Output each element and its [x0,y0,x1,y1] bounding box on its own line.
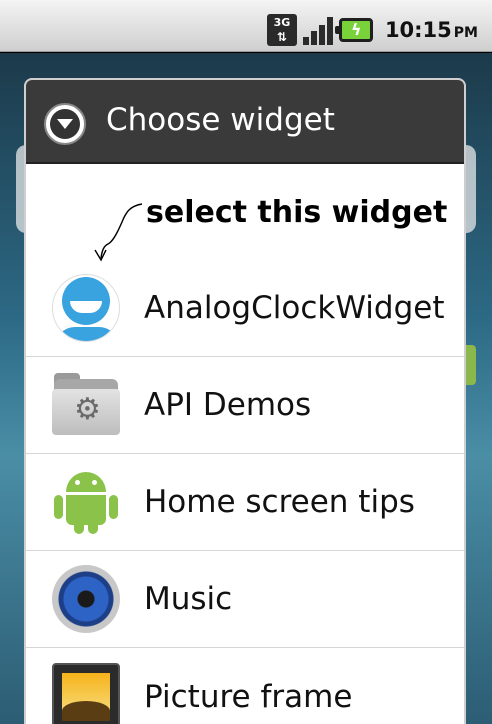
clock-time: 10:15 [384,18,452,42]
widget-item-home-screen-tips[interactable]: Home screen tips [26,454,464,551]
dialog-title: Choose widget [106,102,335,138]
api-demos-folder-icon: ⚙ [52,371,120,439]
widget-item-label: Music [144,581,233,617]
widget-item-music[interactable]: Music [26,551,464,648]
widget-item-analogclockwidget[interactable]: AnalogClockWidget [26,260,464,357]
android-robot-icon [52,468,120,536]
music-speaker-icon [52,565,120,633]
battery-charging-icon: ϟ [334,18,373,42]
widget-item-picture-frame[interactable]: Picture frame [26,648,464,724]
widget-item-label: Home screen tips [144,484,415,520]
network-label: 3G [273,16,291,29]
analog-clock-widget-icon [52,274,120,342]
widget-item-label: AnalogClockWidget [144,290,445,326]
dropdown-circle-icon [44,103,86,145]
network-3g-icon: 3G ⇅ [266,14,297,46]
picture-frame-icon [52,662,120,724]
annotation-text: select this widget [146,195,448,230]
status-bar: 3G ⇅ ϟ 10:15 PM [0,0,492,52]
signal-strength-icon [302,15,333,45]
choose-widget-dialog: Choose widget select this widget AnalogC… [24,78,466,724]
widget-item-label: Picture frame [144,678,353,715]
widget-item-label: API Demos [144,387,312,423]
status-icons: 3G ⇅ ϟ 10:15 PM [266,14,478,46]
annotation-arrow-icon [94,203,143,262]
widget-item-api-demos[interactable]: ⚙ API Demos [26,357,464,454]
status-clock: 10:15 PM [385,18,478,42]
dialog-header: Choose widget [26,80,464,164]
clock-ampm: PM [453,25,478,41]
